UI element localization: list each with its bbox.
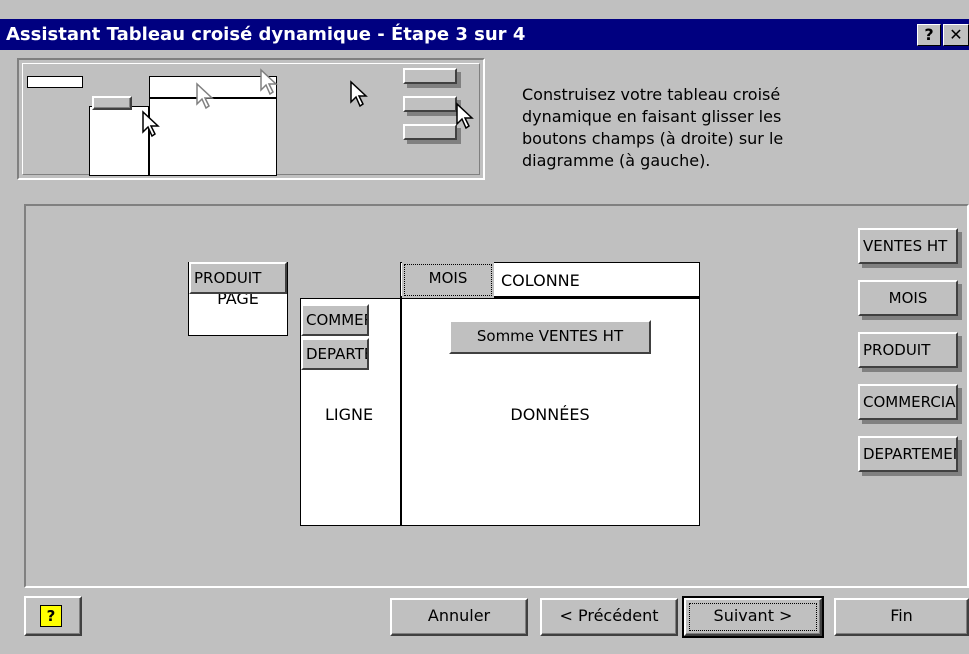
column-area-label: COLONNE xyxy=(501,271,580,290)
instructions-line: Construisez votre tableau croisé xyxy=(522,85,781,104)
instruction-illustration xyxy=(17,58,485,180)
column-field-mois[interactable]: MOIS xyxy=(402,262,494,298)
cursor-icon xyxy=(350,80,368,108)
mini-field-button-3 xyxy=(403,124,457,140)
field-ventes-ht[interactable]: VENTES HT xyxy=(858,228,958,264)
cursor-icon xyxy=(142,110,160,138)
mini-field-button-1 xyxy=(403,68,457,84)
instructions-line: boutons champs (à droite) sur le xyxy=(522,129,784,148)
row-field-commercial[interactable]: COMMERCIAL xyxy=(301,304,369,336)
cancel-button[interactable]: Annuler xyxy=(390,598,528,636)
cursor-icon xyxy=(196,82,214,110)
next-button[interactable]: Suivant > xyxy=(684,598,822,636)
previous-button[interactable]: < Précédent xyxy=(540,598,678,636)
help-icon: ? xyxy=(40,605,62,627)
help-title-label: ? xyxy=(924,25,934,44)
field-departement[interactable]: DEPARTEMENT xyxy=(858,436,958,472)
field-produit[interactable]: PRODUIT xyxy=(858,332,958,368)
cursor-icon xyxy=(456,102,474,130)
title-bar: Assistant Tableau croisé dynamique - Éta… xyxy=(0,19,969,50)
data-field-somme-ventes[interactable]: Somme VENTES HT xyxy=(449,320,651,354)
help-button[interactable]: ? xyxy=(24,596,82,636)
mini-row-area xyxy=(89,106,149,176)
field-commercial[interactable]: COMMERCIAL xyxy=(858,384,958,420)
row-field-departement[interactable]: DEPARTEMENT xyxy=(301,338,369,370)
mini-page-field xyxy=(27,76,83,88)
instructions-text: Construisez votre tableau croisé dynamiq… xyxy=(522,84,922,172)
help-title-button[interactable]: ? xyxy=(917,24,941,46)
data-area-label: DONNÉES xyxy=(510,405,590,424)
row-area-label: LIGNE xyxy=(324,405,374,424)
window-title: Assistant Tableau croisé dynamique - Éta… xyxy=(6,24,526,45)
instructions-line: diagramme (à gauche). xyxy=(522,151,711,170)
cursor-icon xyxy=(260,68,278,96)
page-field-produit[interactable]: PRODUIT xyxy=(189,262,287,294)
field-mois[interactable]: MOIS xyxy=(858,280,958,316)
instructions-line: dynamique en faisant glisser les xyxy=(522,107,782,126)
mini-field-button-2 xyxy=(403,96,457,112)
mini-row-button xyxy=(92,96,132,110)
close-icon: ✕ xyxy=(949,25,963,44)
close-button[interactable]: ✕ xyxy=(943,24,969,46)
finish-button[interactable]: Fin xyxy=(834,598,969,636)
